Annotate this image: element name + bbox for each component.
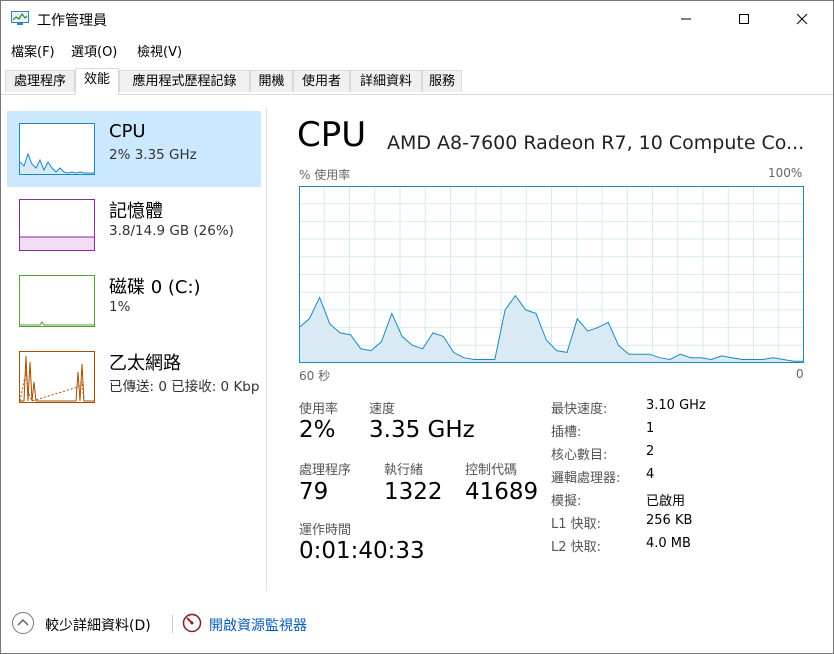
minimize-button[interactable]	[663, 1, 709, 37]
disk-thumbnail-chart	[20, 321, 94, 326]
sidebar-item-disk[interactable]: 磁碟 0 (C:) 1%	[7, 263, 261, 339]
disk-thumbnail-graph	[19, 275, 95, 327]
resource-monitor-icon[interactable]	[182, 613, 202, 633]
graph-grid	[299, 186, 804, 363]
sidebar-item-cpu[interactable]: CPU 2% 3.35 GHz	[7, 111, 261, 187]
footer-bar: 較少詳細資料(D) 開啟資源監視器	[1, 603, 833, 643]
graph-x-left-label: 60 秒	[299, 369, 331, 383]
spec-key-logical-processors: 邏輯處理器:	[551, 471, 621, 486]
spec-value-cores: 2	[646, 444, 655, 459]
usage-label: 使用率	[299, 402, 339, 417]
maximize-button[interactable]	[721, 1, 767, 37]
close-icon	[796, 13, 808, 25]
tab-app-history[interactable]: 應用程式歷程記錄	[119, 70, 250, 92]
processes-value: 79	[299, 479, 329, 505]
ethernet-thumbnail-graph	[19, 351, 95, 403]
close-button[interactable]	[779, 1, 825, 37]
memory-thumbnail-graph	[19, 199, 95, 251]
spec-value-l1-cache: 256 KB	[646, 513, 693, 528]
graph-y-label: % 使用率	[299, 168, 351, 182]
task-manager-window: 工作管理員 檔案(F) 選項(O) 檢視(V) 處理程序 效能 應用程式歷程記錄…	[0, 0, 834, 654]
spec-value-virtualization: 已啟用	[646, 494, 686, 509]
menu-options[interactable]: 選項(O)	[71, 41, 117, 60]
usage-value: 2%	[299, 417, 336, 443]
sidebar-subtitle-cpu: 2% 3.35 GHz	[109, 147, 197, 163]
maximize-icon	[739, 14, 749, 24]
spec-key-virtualization: 模擬:	[551, 494, 582, 509]
open-resource-monitor-link[interactable]: 開啟資源監視器	[209, 615, 307, 635]
sidebar-item-memory[interactable]: 記憶體 3.8/14.9 GB (26%)	[7, 187, 261, 263]
sidebar-subtitle-disk: 1%	[109, 299, 131, 315]
handles-label: 控制代碼	[465, 463, 518, 478]
sidebar-title-cpu: CPU	[109, 121, 146, 142]
fewer-details-link[interactable]: 較少詳細資料(D)	[45, 615, 151, 635]
spec-value-sockets: 1	[646, 421, 655, 436]
tab-services[interactable]: 服務	[422, 70, 462, 92]
handles-value: 41689	[465, 479, 539, 505]
title-bar: 工作管理員	[1, 1, 833, 37]
graph-y-max-label: 100%	[768, 166, 803, 180]
footer-separator	[172, 615, 173, 633]
menu-view[interactable]: 檢視(V)	[137, 41, 182, 60]
speed-value: 3.35 GHz	[369, 417, 475, 443]
sidebar-title-disk: 磁碟 0 (C:)	[109, 277, 201, 298]
window-title: 工作管理員	[37, 13, 107, 29]
tab-details[interactable]: 詳細資料	[350, 70, 422, 92]
resource-title: CPU	[297, 115, 367, 155]
sidebar-title-ethernet: 乙太網路	[109, 353, 181, 374]
tab-startup[interactable]: 開機	[250, 70, 293, 92]
tab-performance[interactable]: 效能	[75, 68, 119, 95]
sidebar-title-memory: 記憶體	[109, 201, 163, 222]
cpu-model: AMD A8-7600 Radeon R7, 10 Compute Co...	[387, 132, 805, 154]
uptime-label: 運作時間	[299, 523, 352, 538]
menu-file[interactable]: 檔案(F)	[11, 41, 55, 60]
spec-key-cores: 核心數目:	[551, 448, 608, 463]
tab-users[interactable]: 使用者	[293, 70, 350, 92]
threads-value: 1322	[384, 479, 443, 505]
graph-x-right-label: 0	[796, 367, 804, 381]
cpu-thumbnail-chart	[19, 152, 94, 174]
spec-value-l2-cache: 4.0 MB	[646, 536, 691, 551]
resource-sidebar: CPU 2% 3.35 GHz 記憶體 3.8/14.9 GB (26%) 磁碟…	[1, 107, 267, 591]
sidebar-subtitle-memory: 3.8/14.9 GB (26%)	[109, 223, 234, 239]
menu-bar: 檔案(F) 選項(O) 檢視(V)	[1, 39, 833, 61]
spec-key-sockets: 插槽:	[551, 425, 582, 440]
uptime-value: 0:01:40:33	[299, 538, 425, 564]
spec-value-logical-processors: 4	[646, 467, 655, 482]
tab-strip: 處理程序 效能 應用程式歷程記錄 開機 使用者 詳細資料 服務	[1, 68, 833, 95]
spec-key-l1-cache: L1 快取:	[551, 517, 602, 532]
minimize-icon	[681, 18, 691, 20]
spec-key-l2-cache: L2 快取:	[551, 540, 602, 555]
spec-value-max-speed: 3.10 GHz	[646, 398, 706, 413]
task-manager-icon	[11, 11, 29, 25]
cpu-usage-graph	[299, 186, 804, 363]
collapse-chevron-up-icon[interactable]	[11, 611, 35, 635]
cpu-thumbnail-graph	[19, 123, 95, 175]
sidebar-item-ethernet[interactable]: 乙太網路 已傳送: 0 已接收: 0 Kbp	[7, 339, 261, 415]
spec-key-max-speed: 最快速度:	[551, 402, 608, 417]
speed-label: 速度	[369, 402, 396, 417]
ethernet-thumbnail-chart	[19, 355, 94, 402]
sidebar-subtitle-ethernet: 已傳送: 0 已接收: 0 Kbp	[109, 379, 260, 395]
threads-label: 執行緒	[384, 463, 424, 478]
processes-label: 處理程序	[299, 463, 352, 478]
tab-processes[interactable]: 處理程序	[5, 70, 75, 92]
memory-thumbnail-chart	[20, 236, 94, 250]
